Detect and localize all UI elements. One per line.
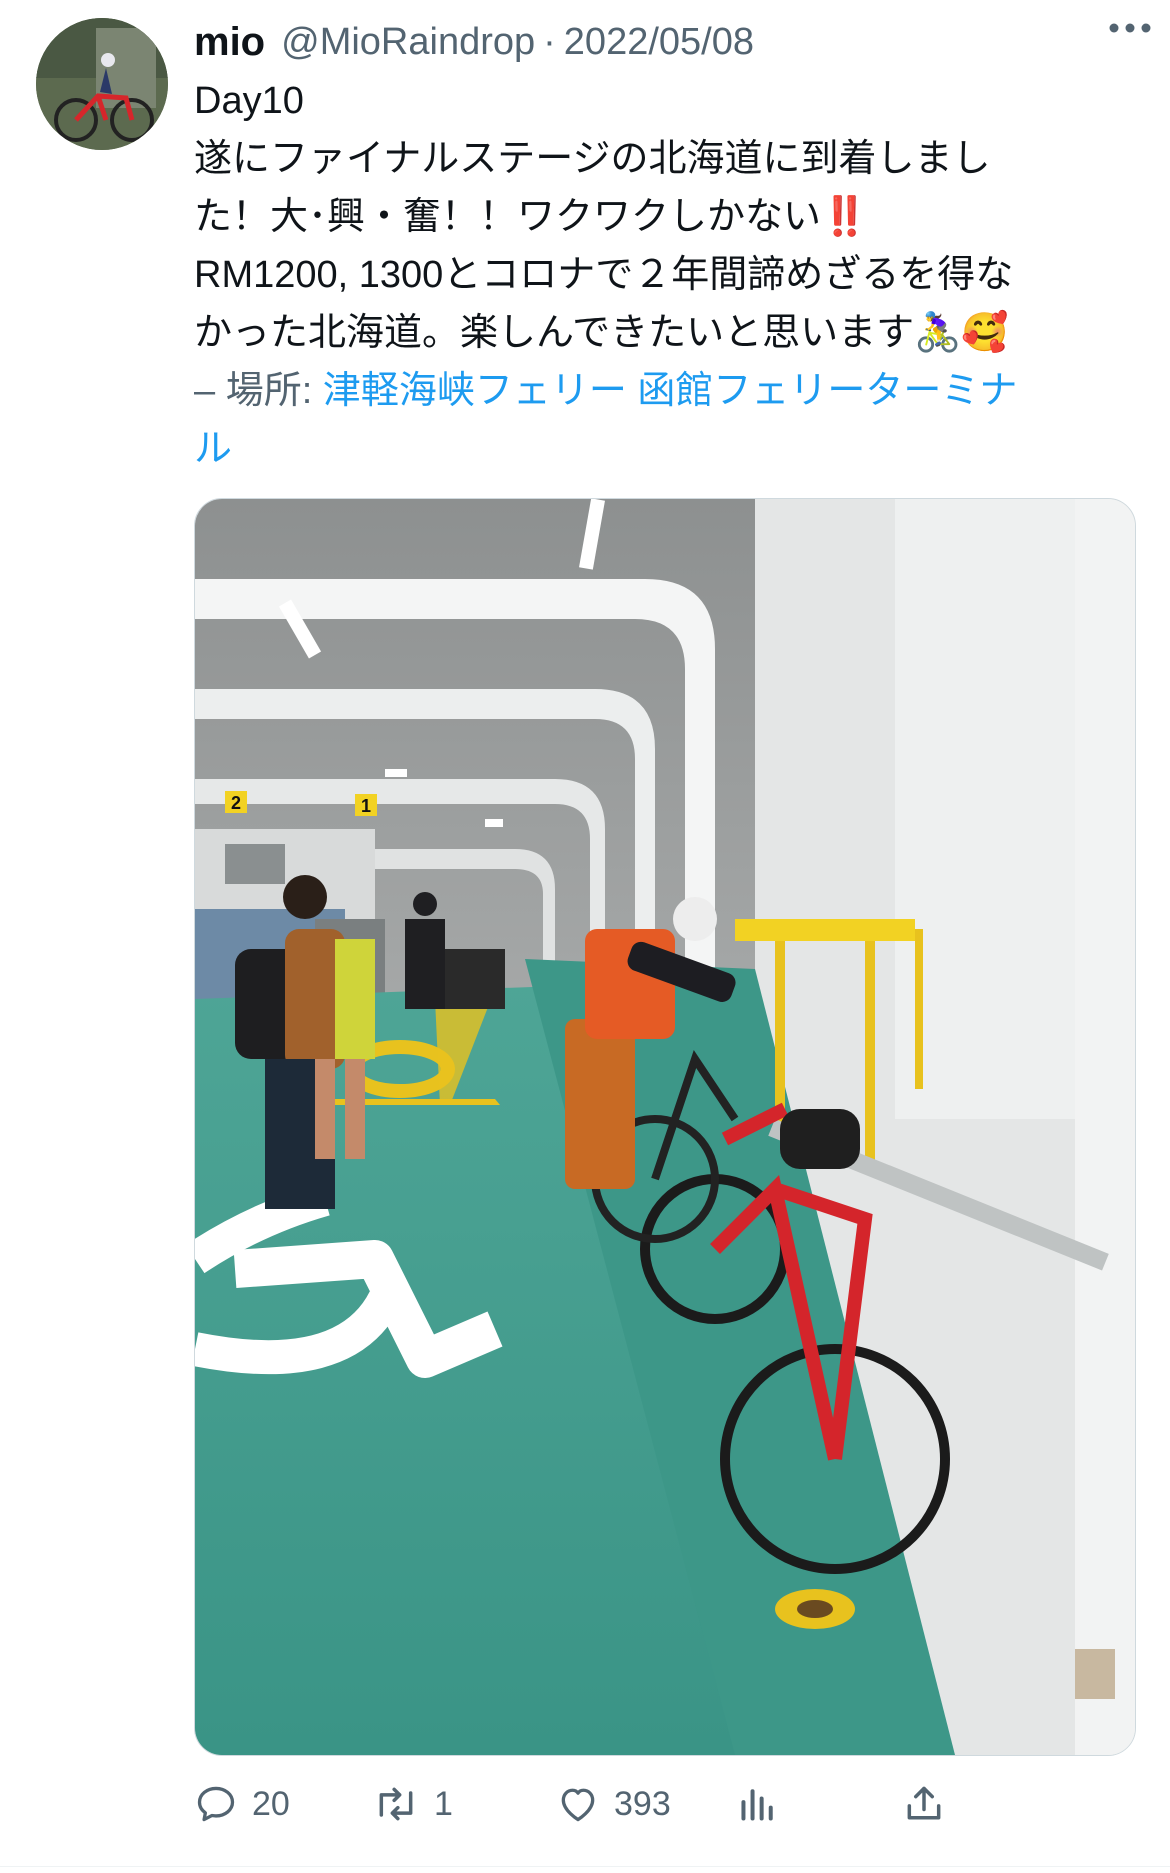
tweet-date[interactable]: 2022/05/08 xyxy=(564,21,754,64)
reply-count: 20 xyxy=(252,1784,290,1823)
svg-text:1: 1 xyxy=(361,796,371,816)
like-button[interactable]: 393 xyxy=(556,1772,671,1836)
ferry-deck-photo: 2 1 xyxy=(195,499,1135,1755)
tweet-header: mio @MioRaindrop · 2022/05/08 xyxy=(194,12,1150,72)
header-separator: · xyxy=(543,20,556,63)
tweet-text-line: RM1200, 1300とコロナで２年間諦めざるを得な xyxy=(194,254,1014,296)
author-avatar[interactable] xyxy=(36,18,168,150)
tweet-action-bar: 20 1 393 xyxy=(194,1772,1134,1836)
author-name[interactable]: mio xyxy=(194,20,265,65)
avatar-image xyxy=(36,18,168,150)
share-icon xyxy=(907,1786,941,1820)
location-line: ル xyxy=(194,420,1134,478)
tweet-text-line: た！大･興・奮！！ワクワクしかない‼️ xyxy=(194,196,869,238)
tweet-text: Day10 遂にファイナルステージの北海道に到着しまし た！大･興・奮！！ワクワ… xyxy=(194,72,1134,478)
reply-button[interactable]: 20 xyxy=(194,1772,290,1836)
reply-icon xyxy=(197,1786,235,1822)
retweet-icon xyxy=(379,1787,413,1821)
tweet-text-line: 遂にファイナルステージの北海道に到着しまし xyxy=(194,138,991,180)
location-link-continued[interactable]: ル xyxy=(194,428,232,470)
tweet-text-line: Day10 xyxy=(194,80,304,122)
tweet-text-line: かった北海道。楽しんできたいと思います🚴‍♀️🥰 xyxy=(194,312,1009,354)
views-button[interactable] xyxy=(738,1772,792,1836)
more-options-button[interactable] xyxy=(1100,8,1160,48)
more-horizontal-icon xyxy=(1109,23,1151,33)
location-prefix: – 場所: xyxy=(194,370,323,412)
share-button[interactable] xyxy=(902,1772,960,1836)
retweet-button[interactable]: 1 xyxy=(372,1772,453,1836)
views-icon xyxy=(741,1789,773,1821)
tweet-photo[interactable]: 2 1 xyxy=(194,498,1136,1756)
svg-text:2: 2 xyxy=(231,793,241,813)
author-handle[interactable]: @MioRaindrop xyxy=(281,21,535,64)
heart-icon xyxy=(561,1788,595,1822)
location-link[interactable]: 津軽海峡フェリー 函館フェリーターミナ xyxy=(323,370,1018,412)
divider xyxy=(0,1866,1170,1867)
retweet-count: 1 xyxy=(434,1784,453,1823)
like-count: 393 xyxy=(614,1784,671,1823)
location-line: – 場所: 津軽海峡フェリー 函館フェリーターミナ xyxy=(194,362,1134,420)
